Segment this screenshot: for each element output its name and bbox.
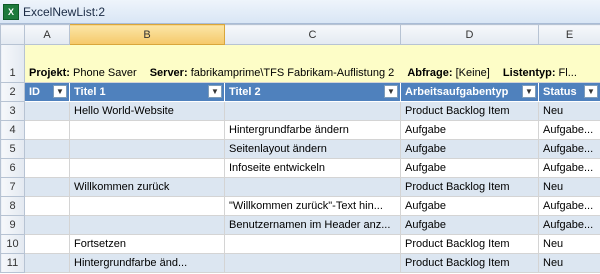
column-header-a[interactable]: A (24, 24, 70, 45)
row-header[interactable]: 4 (0, 120, 25, 140)
table-row: 6 Infoseite entwickeln Aufgabe Aufgabe..… (0, 158, 600, 178)
table-row: 8 "Willkommen zurück"-Text hin... Aufgab… (0, 196, 600, 216)
cell-id[interactable] (24, 215, 70, 235)
cell-arbeitsaufgabentyp[interactable]: Aufgabe (400, 139, 539, 159)
window-titlebar: X ExcelNewList:2 (0, 0, 600, 24)
column-header-d[interactable]: D (400, 24, 539, 45)
row-header-2[interactable]: 2 (0, 82, 25, 102)
cell-titel-2[interactable]: Hintergrundfarbe ändern (224, 120, 401, 140)
cell-titel-2[interactable]: Seitenlayout ändern (224, 139, 401, 159)
cell-titel-2[interactable]: Infoseite entwickeln (224, 158, 401, 178)
projekt-label: Projekt: (29, 67, 70, 79)
cell-arbeitsaufgabentyp[interactable]: Product Backlog Item (400, 177, 539, 197)
cell-titel-1[interactable]: Hintergrundfarbe änd... (69, 253, 225, 273)
cell-status[interactable]: Neu (538, 234, 600, 254)
filter-dropdown-icon[interactable]: ▼ (208, 85, 222, 98)
filter-dropdown-icon[interactable]: ▼ (522, 85, 536, 98)
table-header-titel-1[interactable]: Titel 1 ▼ (69, 82, 225, 102)
cell-arbeitsaufgabentyp[interactable]: Aufgabe (400, 120, 539, 140)
row-header[interactable]: 9 (0, 215, 25, 235)
cell-id[interactable] (24, 234, 70, 254)
table-row: 9 Benutzernamen im Header anz... Aufgabe… (0, 215, 600, 235)
cell-status[interactable]: Aufgabe... (538, 158, 600, 178)
server-label: Server: (149, 67, 188, 79)
cell-titel-2[interactable] (224, 253, 401, 273)
cell-arbeitsaufgabentyp[interactable]: Product Backlog Item (400, 234, 539, 254)
row-header-1[interactable]: 1 (0, 44, 25, 83)
cell-arbeitsaufgabentyp[interactable]: Aufgabe (400, 196, 539, 216)
excel-icon: X (3, 3, 19, 20)
cell-titel-1[interactable] (69, 120, 225, 140)
table-header-arbeitsaufgabentyp[interactable]: Arbeitsaufgabentyp ▼ (400, 82, 539, 102)
cell-id[interactable] (24, 253, 70, 273)
cell-titel-2[interactable]: "Willkommen zurück"-Text hin... (224, 196, 401, 216)
cell-id[interactable] (24, 120, 70, 140)
cell-titel-1[interactable]: Hello World-Website (69, 101, 225, 121)
row-header[interactable]: 8 (0, 196, 25, 216)
cell-arbeitsaufgabentyp[interactable]: Aufgabe (400, 215, 539, 235)
cell-id[interactable] (24, 196, 70, 216)
row-header[interactable]: 7 (0, 177, 25, 197)
cell-titel-2[interactable]: Benutzernamen im Header anz... (224, 215, 401, 235)
cell-titel-1[interactable] (69, 196, 225, 216)
filter-dropdown-icon[interactable]: ▼ (53, 85, 67, 98)
abfrage-label: Abfrage: (407, 67, 453, 79)
column-header-e[interactable]: E (538, 24, 600, 45)
cell-titel-1[interactable] (69, 139, 225, 159)
cell-status[interactable]: Aufgabe... (538, 215, 600, 235)
cell-status[interactable]: Aufgabe... (538, 196, 600, 216)
cell-id[interactable] (24, 158, 70, 178)
listentyp-value: Fl... (558, 67, 577, 79)
spreadsheet-grid[interactable]: A B C D E 1 Projekt: Phone Saver Server:… (0, 24, 600, 274)
filter-dropdown-icon[interactable]: ▼ (584, 85, 598, 98)
cell-titel-1[interactable] (69, 215, 225, 235)
server-value: fabrikamprime\TFS Fabrikam-Auflistung 2 (190, 67, 395, 79)
row-header[interactable]: 6 (0, 158, 25, 178)
listentyp-label: Listentyp: (502, 67, 556, 79)
table-row: 3 Hello World-Website Product Backlog It… (0, 101, 600, 121)
cell-status[interactable]: Aufgabe... (538, 139, 600, 159)
cell-titel-1[interactable]: Fortsetzen (69, 234, 225, 254)
table-row: 7 Willkommen zurück Product Backlog Item… (0, 177, 600, 197)
cell-status[interactable]: Neu (538, 101, 600, 121)
cell-arbeitsaufgabentyp[interactable]: Aufgabe (400, 158, 539, 178)
column-header-b[interactable]: B (69, 24, 225, 45)
column-header-c[interactable]: C (224, 24, 401, 45)
cell-status[interactable]: Neu (538, 253, 600, 273)
cell-id[interactable] (24, 101, 70, 121)
cell-titel-1[interactable]: Willkommen zurück (69, 177, 225, 197)
cell-titel-2[interactable] (224, 234, 401, 254)
table-header-titel-2[interactable]: Titel 2 ▼ (224, 82, 401, 102)
row-header[interactable]: 10 (0, 234, 25, 254)
table-row: 11 Hintergrundfarbe änd... Product Backl… (0, 253, 600, 273)
cell-titel-1[interactable] (69, 158, 225, 178)
table-header-status[interactable]: Status ▼ (538, 82, 600, 102)
list-info-bar[interactable]: Projekt: Phone Saver Server: fabrikampri… (24, 44, 600, 83)
projekt-value: Phone Saver (73, 67, 137, 79)
cell-arbeitsaufgabentyp[interactable]: Product Backlog Item (400, 253, 539, 273)
abfrage-value: [Keine] (455, 67, 490, 79)
table-header-id[interactable]: ID ▼ (24, 82, 70, 102)
select-all-corner[interactable] (0, 24, 25, 45)
window-title: ExcelNewList:2 (23, 4, 106, 19)
cell-status[interactable]: Aufgabe... (538, 120, 600, 140)
filter-dropdown-icon[interactable]: ▼ (384, 85, 398, 98)
cell-status[interactable]: Neu (538, 177, 600, 197)
row-header[interactable]: 3 (0, 101, 25, 121)
cell-arbeitsaufgabentyp[interactable]: Product Backlog Item (400, 101, 539, 121)
table-row: 10 Fortsetzen Product Backlog Item Neu (0, 234, 600, 254)
row-header[interactable]: 5 (0, 139, 25, 159)
table-row: 4 Hintergrundfarbe ändern Aufgabe Aufgab… (0, 120, 600, 140)
cell-titel-2[interactable] (224, 177, 401, 197)
cell-titel-2[interactable] (224, 101, 401, 121)
cell-id[interactable] (24, 139, 70, 159)
table-row: 5 Seitenlayout ändern Aufgabe Aufgabe... (0, 139, 600, 159)
cell-id[interactable] (24, 177, 70, 197)
row-header[interactable]: 11 (0, 253, 25, 273)
